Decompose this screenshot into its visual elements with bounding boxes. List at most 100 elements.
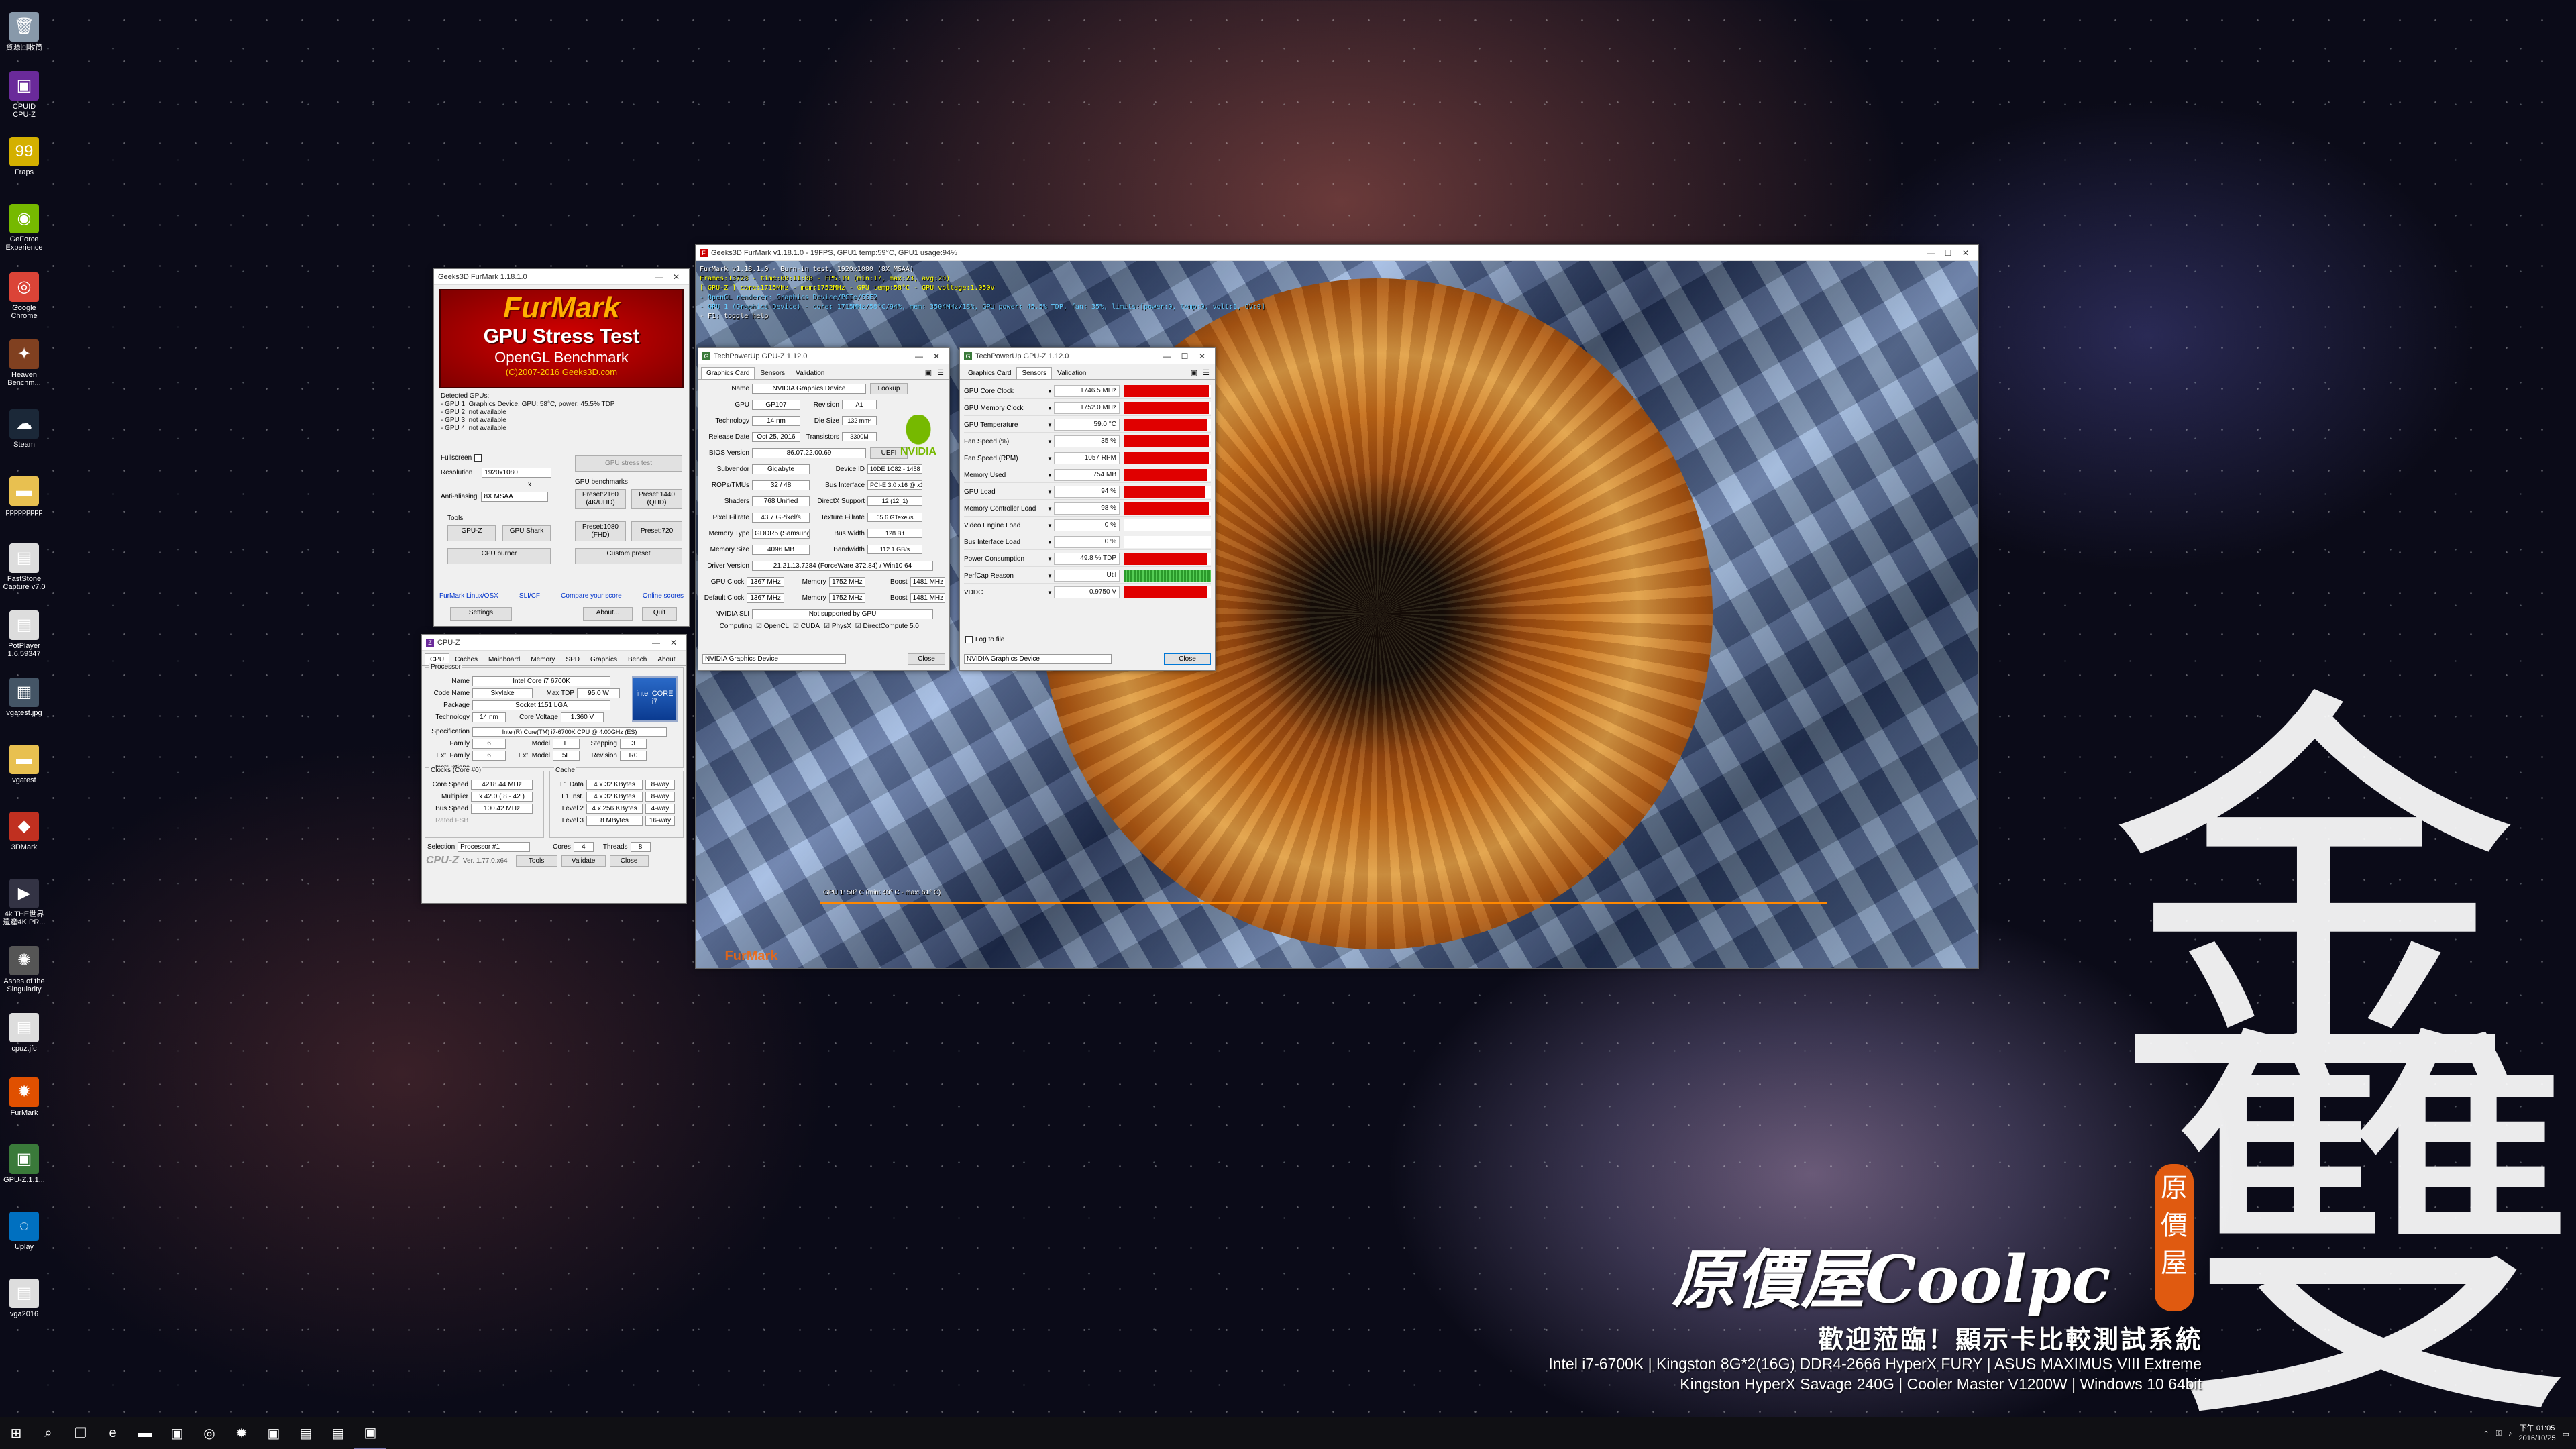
chevron-down-icon[interactable]: ▼	[1047, 439, 1054, 445]
tools-button[interactable]: Tools	[515, 855, 557, 867]
taskbar-document-2[interactable]: ▤	[322, 1417, 354, 1449]
desktop-icon[interactable]: ✦ Heaven Benchm...	[3, 339, 46, 387]
taskbar-store[interactable]: ▣	[161, 1417, 193, 1449]
quit-button[interactable]: Quit	[642, 607, 677, 621]
close-icon[interactable]: ✕	[1193, 352, 1211, 361]
gpuz-card-titlebar[interactable]: G TechPowerUp GPU-Z 1.12.0 — ✕	[698, 348, 949, 364]
custom-preset-button[interactable]: Custom preset	[575, 548, 682, 564]
gpuz-sensors-titlebar[interactable]: G TechPowerUp GPU-Z 1.12.0 — ☐ ✕	[960, 348, 1215, 364]
search-button[interactable]: ⌕	[32, 1417, 64, 1449]
selection-select[interactable]: Processor #1	[458, 842, 531, 852]
link-sli-cf[interactable]: SLI/CF	[519, 592, 540, 600]
close-icon[interactable]: ✕	[667, 272, 685, 282]
gpuz-button[interactable]: GPU-Z	[447, 525, 496, 541]
tab-graphics-card[interactable]: Graphics Card	[963, 367, 1016, 379]
desktop-icon[interactable]: ▦ vgatest.jpg	[3, 678, 46, 717]
tab-graphics[interactable]: Graphics	[585, 653, 623, 665]
maximize-icon[interactable]: ☐	[1176, 352, 1193, 361]
camera-icon[interactable]: ▣	[922, 367, 934, 379]
link-compare-score[interactable]: Compare your score	[561, 592, 622, 600]
chevron-down-icon[interactable]: ▼	[1047, 472, 1054, 478]
taskbar-explorer[interactable]: ▬	[129, 1417, 161, 1449]
close-icon[interactable]: ✕	[1957, 248, 1974, 258]
preset-1080-button[interactable]: Preset:1080 (FHD)	[575, 521, 626, 541]
desktop-icon[interactable]: ▬ ppppppppp	[3, 476, 46, 516]
taskbar-chrome[interactable]: ◎	[193, 1417, 225, 1449]
taskbar-gpuz[interactable]: ▣	[354, 1417, 386, 1449]
gpushark-button[interactable]: GPU Shark	[502, 525, 551, 541]
chevron-down-icon[interactable]: ▼	[1047, 523, 1054, 529]
desktop-icon[interactable]: 🗑 資源回收筒	[3, 12, 46, 52]
close-icon[interactable]: ✕	[665, 638, 682, 647]
desktop-icon[interactable]: ☁ Steam	[3, 409, 46, 449]
desktop-icon[interactable]: 99 Fraps	[3, 137, 46, 176]
resolution-select[interactable]: 1920x1080	[482, 468, 552, 478]
taskbar-document[interactable]: ▤	[290, 1417, 322, 1449]
gpu-stress-test-button[interactable]: GPU stress test	[575, 455, 682, 472]
minimize-icon[interactable]: —	[647, 638, 665, 647]
desktop-icon[interactable]: ▤ cpuz.jfc	[3, 1013, 46, 1053]
menu-icon[interactable]: ☰	[1200, 367, 1212, 379]
fullscreen-checkbox[interactable]	[474, 454, 482, 462]
gpuz-sensors-window[interactable]: G TechPowerUp GPU-Z 1.12.0 — ☐ ✕ Graphic…	[959, 347, 1216, 671]
tab-spd[interactable]: SPD	[560, 653, 585, 665]
taskbar-edge[interactable]: e	[97, 1417, 129, 1449]
tab-graphics-card[interactable]: Graphics Card	[701, 367, 755, 379]
tab-bench[interactable]: Bench	[623, 653, 652, 665]
cpu-burner-button[interactable]: CPU burner	[447, 548, 551, 564]
desktop-icon[interactable]: ▶ 4k THE世界 遺產4K PR...	[3, 879, 46, 926]
chevron-up-icon[interactable]: ⌃	[2483, 1430, 2489, 1438]
desktop-icon[interactable]: ▤ PotPlayer 1.6.59347	[3, 610, 46, 658]
link-online-scores[interactable]: Online scores	[643, 592, 684, 600]
link-linux-osx[interactable]: FurMark Linux/OSX	[439, 592, 498, 600]
taskbar-furmark[interactable]: ✹	[225, 1417, 258, 1449]
maximize-icon[interactable]: ☐	[1939, 248, 1957, 258]
desktop-icon[interactable]: ◎ Google Chrome	[3, 272, 46, 320]
desktop-icon[interactable]: ▤ vga2016	[3, 1279, 46, 1318]
tab-sensors[interactable]: Sensors	[1016, 367, 1053, 379]
tab-about[interactable]: About	[652, 653, 680, 665]
desktop-icon[interactable]: ▣ CPUID CPU-Z	[3, 71, 46, 119]
close-button[interactable]: Close	[609, 855, 649, 867]
furmark-launcher-window[interactable]: Geeks3D FurMark 1.18.1.0 — ✕ FurMark GPU…	[433, 268, 690, 627]
desktop-icon[interactable]: ▣ GPU-Z.1.1...	[3, 1144, 46, 1184]
chevron-down-icon[interactable]: ▼	[1047, 506, 1054, 512]
preset-2160-button[interactable]: Preset:2160 (4K/UHD)	[575, 489, 626, 509]
minimize-icon[interactable]: —	[1922, 248, 1939, 258]
furmark-launcher-titlebar[interactable]: Geeks3D FurMark 1.18.1.0 — ✕	[434, 269, 689, 285]
about-button[interactable]: About...	[583, 607, 633, 621]
minimize-icon[interactable]: —	[910, 352, 928, 361]
chevron-down-icon[interactable]: ▼	[1047, 556, 1054, 562]
chevron-down-icon[interactable]: ▼	[1047, 539, 1054, 545]
desktop-icon[interactable]: ✺ Ashes of the Singularity	[3, 946, 46, 994]
lookup-button[interactable]: Lookup	[870, 382, 908, 394]
settings-button[interactable]: Settings	[450, 607, 512, 621]
close-button[interactable]: Close	[1164, 653, 1211, 665]
validate-button[interactable]: Validate	[561, 855, 606, 867]
close-icon[interactable]: ✕	[928, 352, 945, 361]
taskbar-cpuz[interactable]: ▣	[258, 1417, 290, 1449]
tab-validation[interactable]: Validation	[1052, 367, 1091, 379]
menu-icon[interactable]: ☰	[934, 367, 947, 379]
start-button[interactable]: ⊞	[0, 1417, 32, 1449]
preset-1440-button[interactable]: Preset:1440 (QHD)	[631, 489, 682, 509]
desktop-icon[interactable]: ▤ FastStone Capture v7.0	[3, 543, 46, 591]
chevron-down-icon[interactable]: ▼	[1047, 455, 1054, 462]
chevron-down-icon[interactable]: ▼	[1047, 388, 1054, 394]
preset-720-button[interactable]: Preset:720	[631, 521, 682, 541]
furmark-render-titlebar[interactable]: F Geeks3D FurMark v1.18.1.0 - 19FPS, GPU…	[696, 245, 1978, 261]
notification-icon[interactable]: ▭	[2563, 1430, 2569, 1438]
desktop-icon[interactable]: ✹ FurMark	[3, 1077, 46, 1117]
tab-validation[interactable]: Validation	[790, 367, 830, 379]
volume-icon[interactable]: ♪	[2508, 1430, 2512, 1438]
minimize-icon[interactable]: —	[650, 272, 667, 282]
cpuz-window[interactable]: Z CPU-Z — ✕ CPU Caches Mainboard Memory SPD G…	[421, 634, 687, 904]
cpuz-titlebar[interactable]: Z CPU-Z — ✕	[422, 635, 686, 651]
desktop-icon[interactable]: ◆ 3DMark	[3, 812, 46, 851]
gpuz-card-window[interactable]: G TechPowerUp GPU-Z 1.12.0 — ✕ Graphics …	[698, 347, 950, 671]
close-button[interactable]: Close	[908, 653, 945, 665]
minimize-icon[interactable]: —	[1159, 352, 1176, 361]
device-select[interactable]: NVIDIA Graphics Device	[702, 654, 846, 664]
clock[interactable]: 下午 01:05 2016/10/25	[2519, 1424, 2556, 1444]
chevron-down-icon[interactable]: ▼	[1047, 489, 1054, 495]
